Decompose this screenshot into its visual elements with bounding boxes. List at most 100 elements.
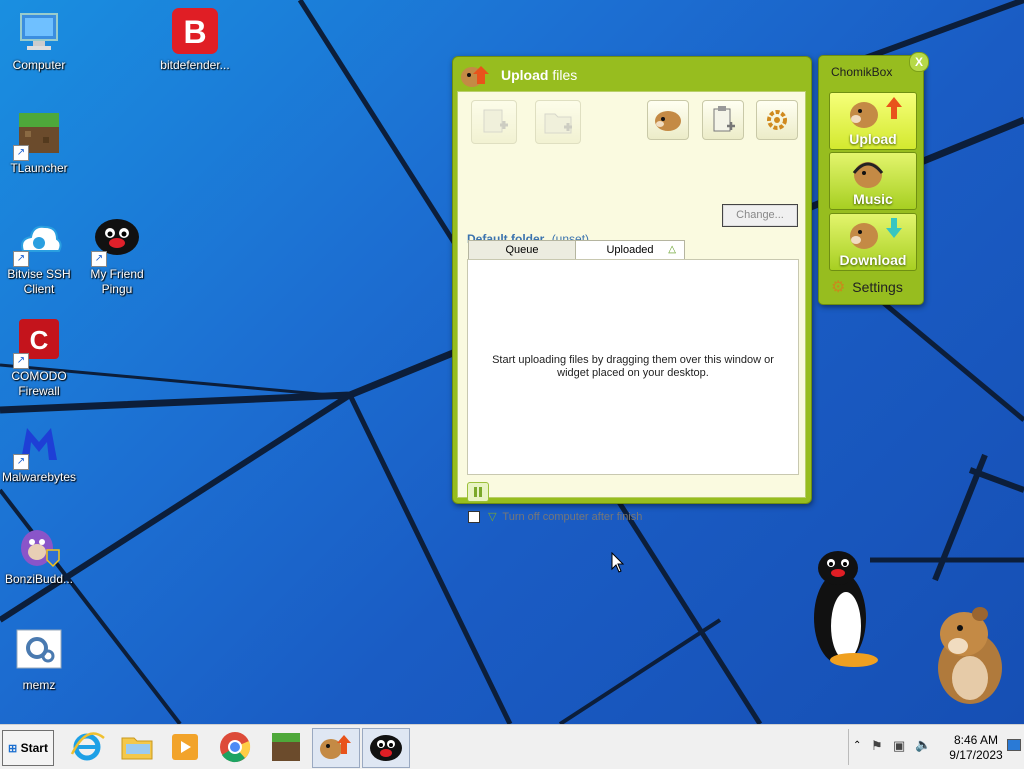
add-from-clipboard-button[interactable] — [702, 100, 744, 140]
taskbar-internet-explorer[interactable] — [64, 728, 110, 766]
memz-icon — [15, 628, 63, 676]
music-button-label: Music — [853, 191, 893, 207]
window-title-rest: files — [552, 67, 578, 83]
turn-off-checkbox[interactable] — [468, 511, 480, 524]
taskbar: ⊞ Start ⌃ ⚑ ▣ 🔈 8:46 AM 9/17/2023 — [0, 724, 1024, 769]
add-folder-icon — [544, 113, 572, 134]
desktop-icon-label: Computer — [12, 58, 66, 72]
pause-button[interactable] — [467, 482, 489, 502]
triangle-down-icon: ▽ — [488, 511, 497, 523]
tlauncher-icon: ↗ — [13, 111, 63, 161]
turn-off-label: Turn off computer after finish — [502, 511, 643, 523]
desktop-icon-bitvise[interactable]: ↗ Bitvise SSH Client — [0, 217, 78, 297]
taskbar-chomikbox[interactable] — [312, 728, 360, 768]
taskbar-file-explorer[interactable] — [114, 728, 160, 766]
download-button-label: Download — [839, 252, 907, 268]
desktop-icon-label: My Friend Pingu — [90, 267, 144, 296]
upload-list[interactable]: Start uploading files by dragging them o… — [467, 259, 799, 475]
pause-icon — [474, 487, 482, 497]
hamster-icon — [655, 111, 681, 131]
desktop-icon-label: bitdefender... — [160, 58, 230, 72]
start-button[interactable]: ⊞ Start — [2, 730, 54, 766]
shortcut-arrow-icon: ↗ — [91, 251, 107, 267]
desktop-icon-label: TLauncher — [10, 161, 68, 175]
sort-up-icon: △ — [668, 244, 676, 255]
desktop-icon-label: memz — [22, 678, 56, 692]
tab-uploaded[interactable]: Uploaded △ — [575, 240, 685, 259]
chevron-up-icon[interactable]: ⌃ — [853, 740, 861, 751]
hamster-download-icon — [850, 218, 902, 249]
desktop-icon-bitdefender[interactable]: B bitdefender... — [156, 8, 234, 73]
gear-icon: ⚙ — [831, 279, 846, 296]
pingu-icon: ↗ — [91, 217, 141, 267]
shortcut-arrow-icon: ↗ — [13, 454, 29, 470]
tab-queue[interactable]: Queue — [468, 240, 576, 259]
file-explorer-icon — [121, 737, 153, 760]
change-folder-button[interactable]: Change... — [722, 204, 798, 227]
network-icon[interactable]: ▣ — [893, 738, 905, 754]
window-title: Upload files — [461, 61, 801, 89]
action-center-flag-icon[interactable]: ⚑ — [871, 738, 883, 754]
download-button[interactable]: Download — [829, 213, 917, 271]
internet-explorer-icon — [70, 732, 105, 761]
music-button[interactable]: Music — [829, 152, 917, 210]
empty-message: Start uploading files by dragging them o… — [492, 354, 774, 379]
add-file-button[interactable] — [471, 100, 517, 144]
svg-text:B: B — [183, 14, 206, 50]
settings-label: Settings — [852, 279, 903, 295]
taskbar-chrome[interactable] — [212, 728, 258, 766]
desktop-icon-pingu[interactable]: ↗ My Friend Pingu — [78, 217, 156, 297]
bitvise-icon: ↗ — [13, 217, 63, 267]
chomikbox-widget[interactable]: ChomikBox X Upload Music Download ⚙ Sett… — [818, 52, 929, 305]
desktop-icon-computer[interactable]: Computer — [0, 8, 78, 73]
system-tray: ⌃ ⚑ ▣ 🔈 8:46 AM 9/17/2023 — [848, 729, 1021, 765]
add-folder-button[interactable] — [535, 100, 581, 144]
desktop-icon-label: BonziBudd... — [4, 572, 74, 586]
pingu-character[interactable] — [804, 548, 884, 674]
desktop-icon-memz[interactable]: memz — [0, 628, 78, 693]
widget-title: ChomikBox — [831, 65, 893, 79]
desktop-icon-malwarebytes[interactable]: ↗ Malwarebytes — [0, 420, 78, 485]
clock-date: 9/17/2023 — [949, 748, 1003, 762]
tab-label: Uploaded — [606, 244, 654, 256]
bitdefender-icon: B — [171, 8, 219, 56]
shortcut-arrow-icon: ↗ — [13, 145, 29, 161]
shortcut-arrow-icon: ↗ — [13, 353, 29, 369]
start-label: Start — [20, 741, 48, 755]
chomikbox-icon — [320, 735, 351, 759]
malwarebytes-icon: ↗ — [13, 420, 63, 470]
bonzibuddy-icon — [15, 522, 63, 570]
show-desktop-icon[interactable] — [1007, 739, 1021, 751]
svg-text:C: C — [30, 325, 49, 355]
gear-icon — [767, 110, 787, 130]
desktop-icon-bonzibuddy[interactable]: BonziBudd... — [0, 522, 78, 587]
settings-button[interactable] — [756, 100, 798, 140]
comodo-icon: C ↗ — [13, 319, 63, 369]
mouse-cursor-icon — [611, 552, 625, 573]
desktop-icon-comodo[interactable]: C ↗ COMODO Firewall — [0, 319, 78, 399]
close-button[interactable]: X — [909, 52, 929, 72]
desktop-icon-label: Bitvise SSH Client — [7, 267, 71, 296]
minecraft-icon — [272, 733, 300, 761]
taskbar-pingu[interactable] — [362, 728, 410, 768]
tab-label: Queue — [505, 244, 539, 256]
upload-window[interactable]: Upload files Default folder (unset) Chan… — [452, 56, 812, 524]
volume-muted-icon[interactable]: 🔈 — [915, 737, 931, 753]
shortcut-arrow-icon: ↗ — [13, 251, 29, 267]
taskbar-media-player[interactable] — [162, 728, 208, 766]
chomik-button[interactable] — [647, 100, 689, 140]
clock[interactable]: 8:46 AM 9/17/2023 — [941, 733, 1011, 763]
upload-window-body: Default folder (unset) Change... Queue U… — [457, 91, 806, 524]
clock-time: 8:46 AM — [953, 733, 999, 747]
taskbar-minecraft[interactable] — [262, 728, 308, 766]
turn-off-option: ▽ Turn off computer after finish — [468, 510, 643, 524]
hamster-character[interactable] — [924, 600, 1016, 706]
upload-button[interactable]: Upload — [829, 92, 917, 150]
window-title-bold: Upload — [501, 67, 549, 83]
pingu-icon — [370, 735, 402, 761]
computer-icon — [15, 8, 63, 56]
desktop-icon-label: COMODO Firewall — [11, 369, 67, 398]
desktop-icon-tlauncher[interactable]: ↗ TLauncher — [0, 111, 78, 176]
desktop-icon-label: Malwarebytes — [1, 470, 77, 484]
widget-settings-button[interactable]: ⚙ Settings — [831, 277, 903, 297]
